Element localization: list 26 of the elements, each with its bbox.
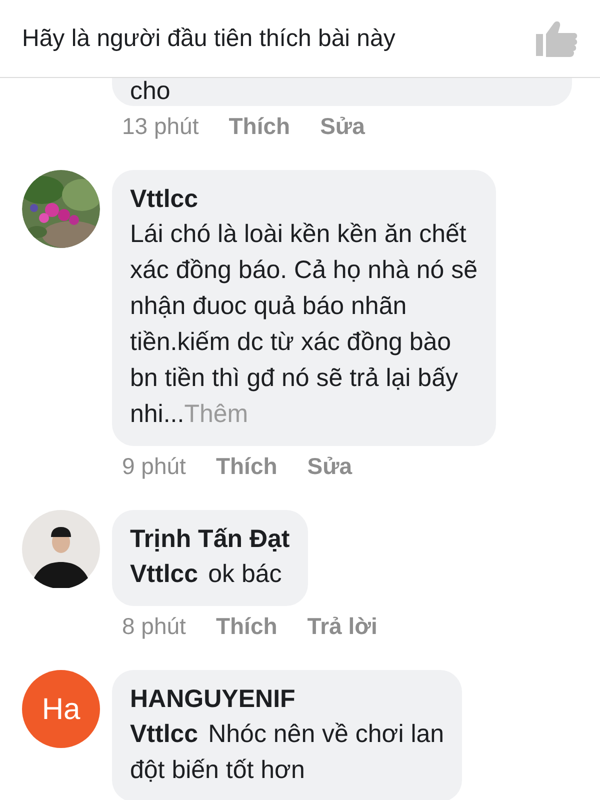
initials-avatar: Ha — [22, 670, 100, 748]
comment-action-link[interactable]: Sửa — [320, 112, 365, 140]
comment-time: 8 phút — [122, 612, 186, 640]
comment-time: 13 phút — [122, 112, 199, 140]
comment-text: Lái chó là loài kền kền ăn chết — [130, 219, 468, 250]
comment-text: nhi...Thêm — [130, 399, 250, 430]
commenter-name[interactable]: Vttlcc — [130, 182, 478, 216]
comment-text: xác đồng báo. Cả họ nhà nó sẽ — [130, 255, 478, 286]
comment-text: bn tiền thì gđ nó sẽ trả lại bấy — [130, 363, 459, 394]
thumbs-up-icon[interactable] — [536, 20, 578, 58]
comment-action-link[interactable]: Sửa — [307, 452, 352, 480]
comment-text: Vttlcc Nhóc nên về chơi lan — [130, 719, 444, 750]
comment-text: cho — [130, 78, 172, 104]
header-text: Hãy là người đầu tiên thích bài này — [22, 24, 396, 54]
comment-text: nhận đuoc quả báo nhãn — [130, 291, 408, 322]
comment-action-link[interactable]: Thích — [228, 112, 290, 140]
comment-text: đột biến tốt hơn — [130, 755, 306, 786]
comment-action-link[interactable]: Thích — [216, 452, 278, 480]
comment-action-link[interactable]: Trả lời — [307, 612, 378, 640]
comment-action-link[interactable]: Thích — [216, 612, 278, 640]
comment-text: Vttlcc ok bác — [130, 559, 283, 590]
comment-text: tiền.kiếm dc từ xác đồng bào — [130, 327, 452, 358]
avatar-icon — [22, 510, 100, 588]
commenter-name[interactable]: HANGUYENIF — [130, 682, 444, 716]
commenter-name[interactable]: Trịnh Tấn Đạt — [130, 522, 290, 556]
comment-time: 9 phút — [122, 452, 186, 480]
